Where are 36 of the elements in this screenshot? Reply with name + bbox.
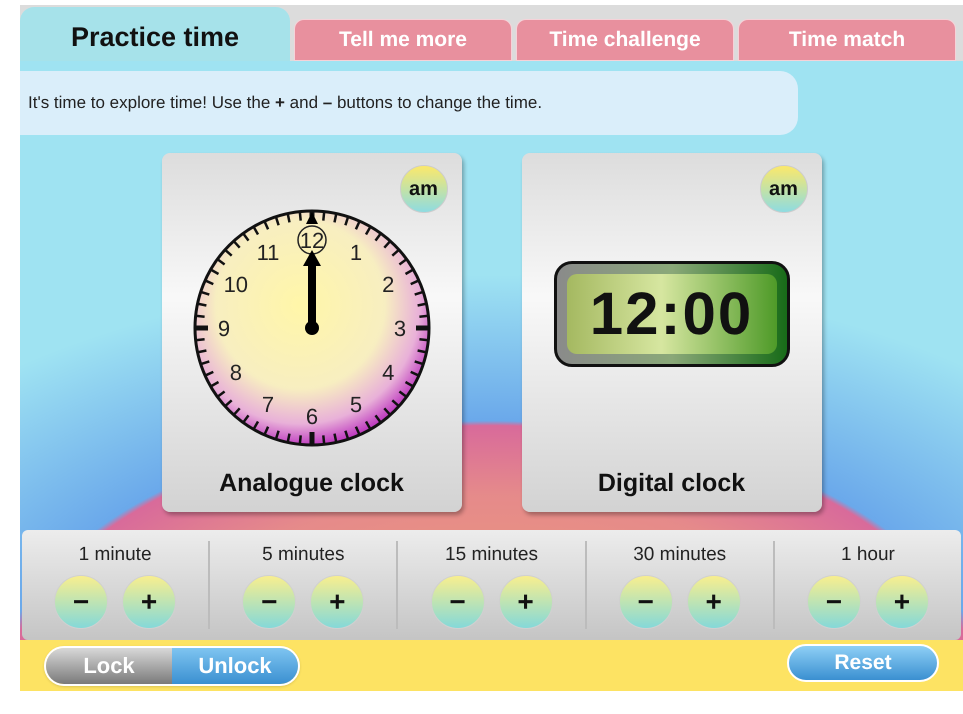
dial-number: 8 [229, 360, 242, 385]
plus-button[interactable]: + [310, 575, 364, 630]
dial-number: 5 [349, 392, 362, 417]
minus-button[interactable]: − [54, 575, 108, 630]
dial-number: 1 [349, 240, 362, 265]
minus-button[interactable]: − [430, 575, 484, 630]
clock-title: Digital clock [598, 468, 746, 498]
step-label: 1 minute [78, 542, 152, 567]
step-label: 5 minutes [262, 542, 344, 567]
plus-button[interactable]: + [686, 575, 741, 630]
plus-button[interactable]: + [498, 575, 552, 630]
dial-number: 12 [296, 225, 326, 254]
dial-number: 6 [305, 404, 318, 429]
dial-number: 9 [217, 316, 230, 341]
minus-button[interactable]: − [618, 575, 673, 630]
clock-hand-icon[interactable] [302, 250, 320, 335]
period-badge[interactable]: am [400, 165, 448, 213]
pointer-icon [306, 212, 318, 224]
dial-number: 2 [382, 272, 394, 297]
step-label: 15 minutes [445, 542, 538, 567]
plus-button[interactable]: + [874, 575, 929, 630]
dial-number: 10 [223, 272, 248, 297]
plus-button[interactable]: + [122, 575, 176, 630]
clock-title: Analogue clock [219, 468, 404, 498]
minus-button[interactable]: − [806, 575, 861, 630]
dial-number: 4 [382, 360, 394, 385]
minus-button[interactable]: − [242, 575, 296, 630]
step-label: 1 hour [840, 542, 895, 567]
period-badge[interactable]: am [760, 165, 808, 213]
digital-time: 12:00 [566, 274, 776, 354]
dial-number: 3 [393, 316, 406, 341]
step-label: 30 minutes [633, 542, 726, 567]
dial-number: 11 [256, 240, 279, 265]
tab[interactable]: Practice time [20, 7, 290, 61]
instruction-text: It's time to explore time! Use the + and – buttons to change the time. [28, 92, 542, 114]
dial-number: 7 [261, 392, 274, 417]
